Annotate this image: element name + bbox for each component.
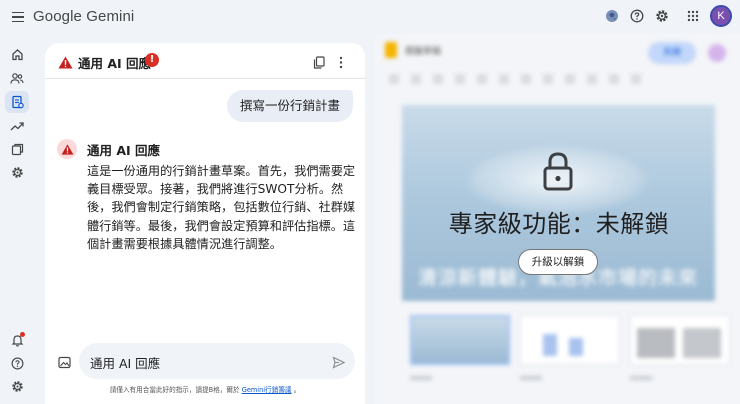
top-right-actions: K [604,5,732,27]
trending-icon[interactable] [9,118,25,134]
help-icon[interactable] [9,355,25,371]
chat-header: 通用 AI 回應 ! [45,43,365,79]
avatar[interactable]: K [710,5,732,27]
lock-icon [542,151,574,195]
app-logo[interactable]: Google Gemini [33,8,134,25]
doc-titlebar: 撰擬草稿 [385,42,441,58]
error-badge: ! [145,53,159,67]
doc-filename: 撰擬草稿 [405,46,442,57]
notifications-icon[interactable] [9,332,25,348]
locked-feature-overlay: 專家級功能：未解鎖 升級以解鎖 [402,105,716,301]
settings-icon[interactable] [654,8,670,24]
response-warning-icon [57,139,77,159]
user-message-bubble: 撰寫一份行銷計畫 [226,90,353,122]
notes-icon[interactable] [9,141,25,157]
home-icon[interactable] [9,46,25,62]
settings-icon[interactable] [9,378,25,394]
slide-thumbnail [630,315,730,365]
apps-grid-icon[interactable] [685,8,701,24]
globe-icon[interactable] [604,8,620,24]
slides-file-icon [385,42,397,58]
help-icon[interactable] [629,8,645,24]
disclaimer: 請僅入有用合當此好的指示，讀提B格，爾於 Gemini行銷籌議 。 [45,384,365,394]
add-image-icon[interactable] [58,354,71,373]
share-button: 共用 [648,42,696,64]
prompt-input[interactable]: 通用 AI 回應 [79,343,355,379]
doc-toolbar [389,74,649,84]
chat-header-title: 通用 AI 回應 [78,56,152,71]
left-rail [0,34,34,404]
menu-icon[interactable] [8,7,28,27]
slide-thumbnails [410,315,730,365]
send-icon[interactable] [332,354,346,373]
response-body: 這是一份通用的行銷計畫草案。首先，我們需要定義目標受眾。接著，我們將進行SWOT… [87,164,356,251]
locked-title: 專家級功能：未解鎖 [448,210,670,238]
prompt-input-text[interactable]: 通用 AI 回應 [90,353,160,372]
more-options-icon[interactable] [339,54,343,73]
doc-avatar [708,44,726,62]
response-title: 通用 AI 回應 [87,143,161,158]
notification-dot [20,332,25,337]
warning-icon [58,54,73,73]
slide-thumbnail [520,315,620,365]
document-icon[interactable] [5,91,29,113]
chat-panel: 通用 AI 回應 ! 撰寫一份行銷計畫 通用 AI 回應 這是一份通用的行銷計畫… [45,43,365,404]
upgrade-unlock-button[interactable]: 升級以解鎖 [518,249,598,275]
composer: 通用 AI 回應 [55,343,355,379]
thumbnail-labels [410,376,730,380]
people-icon[interactable] [9,70,25,86]
slide-thumbnail [410,315,510,365]
top-bar: Google Gemini K [0,0,740,34]
copy-icon[interactable] [313,54,325,73]
disclaimer-suffix: 。 [293,386,301,394]
disclaimer-text: 請僅入有用合當此好的指示，讀提B格，爾於 [109,386,240,394]
settings-icon[interactable] [9,164,25,180]
disclaimer-link[interactable]: Gemini行銷籌議 [242,386,292,394]
